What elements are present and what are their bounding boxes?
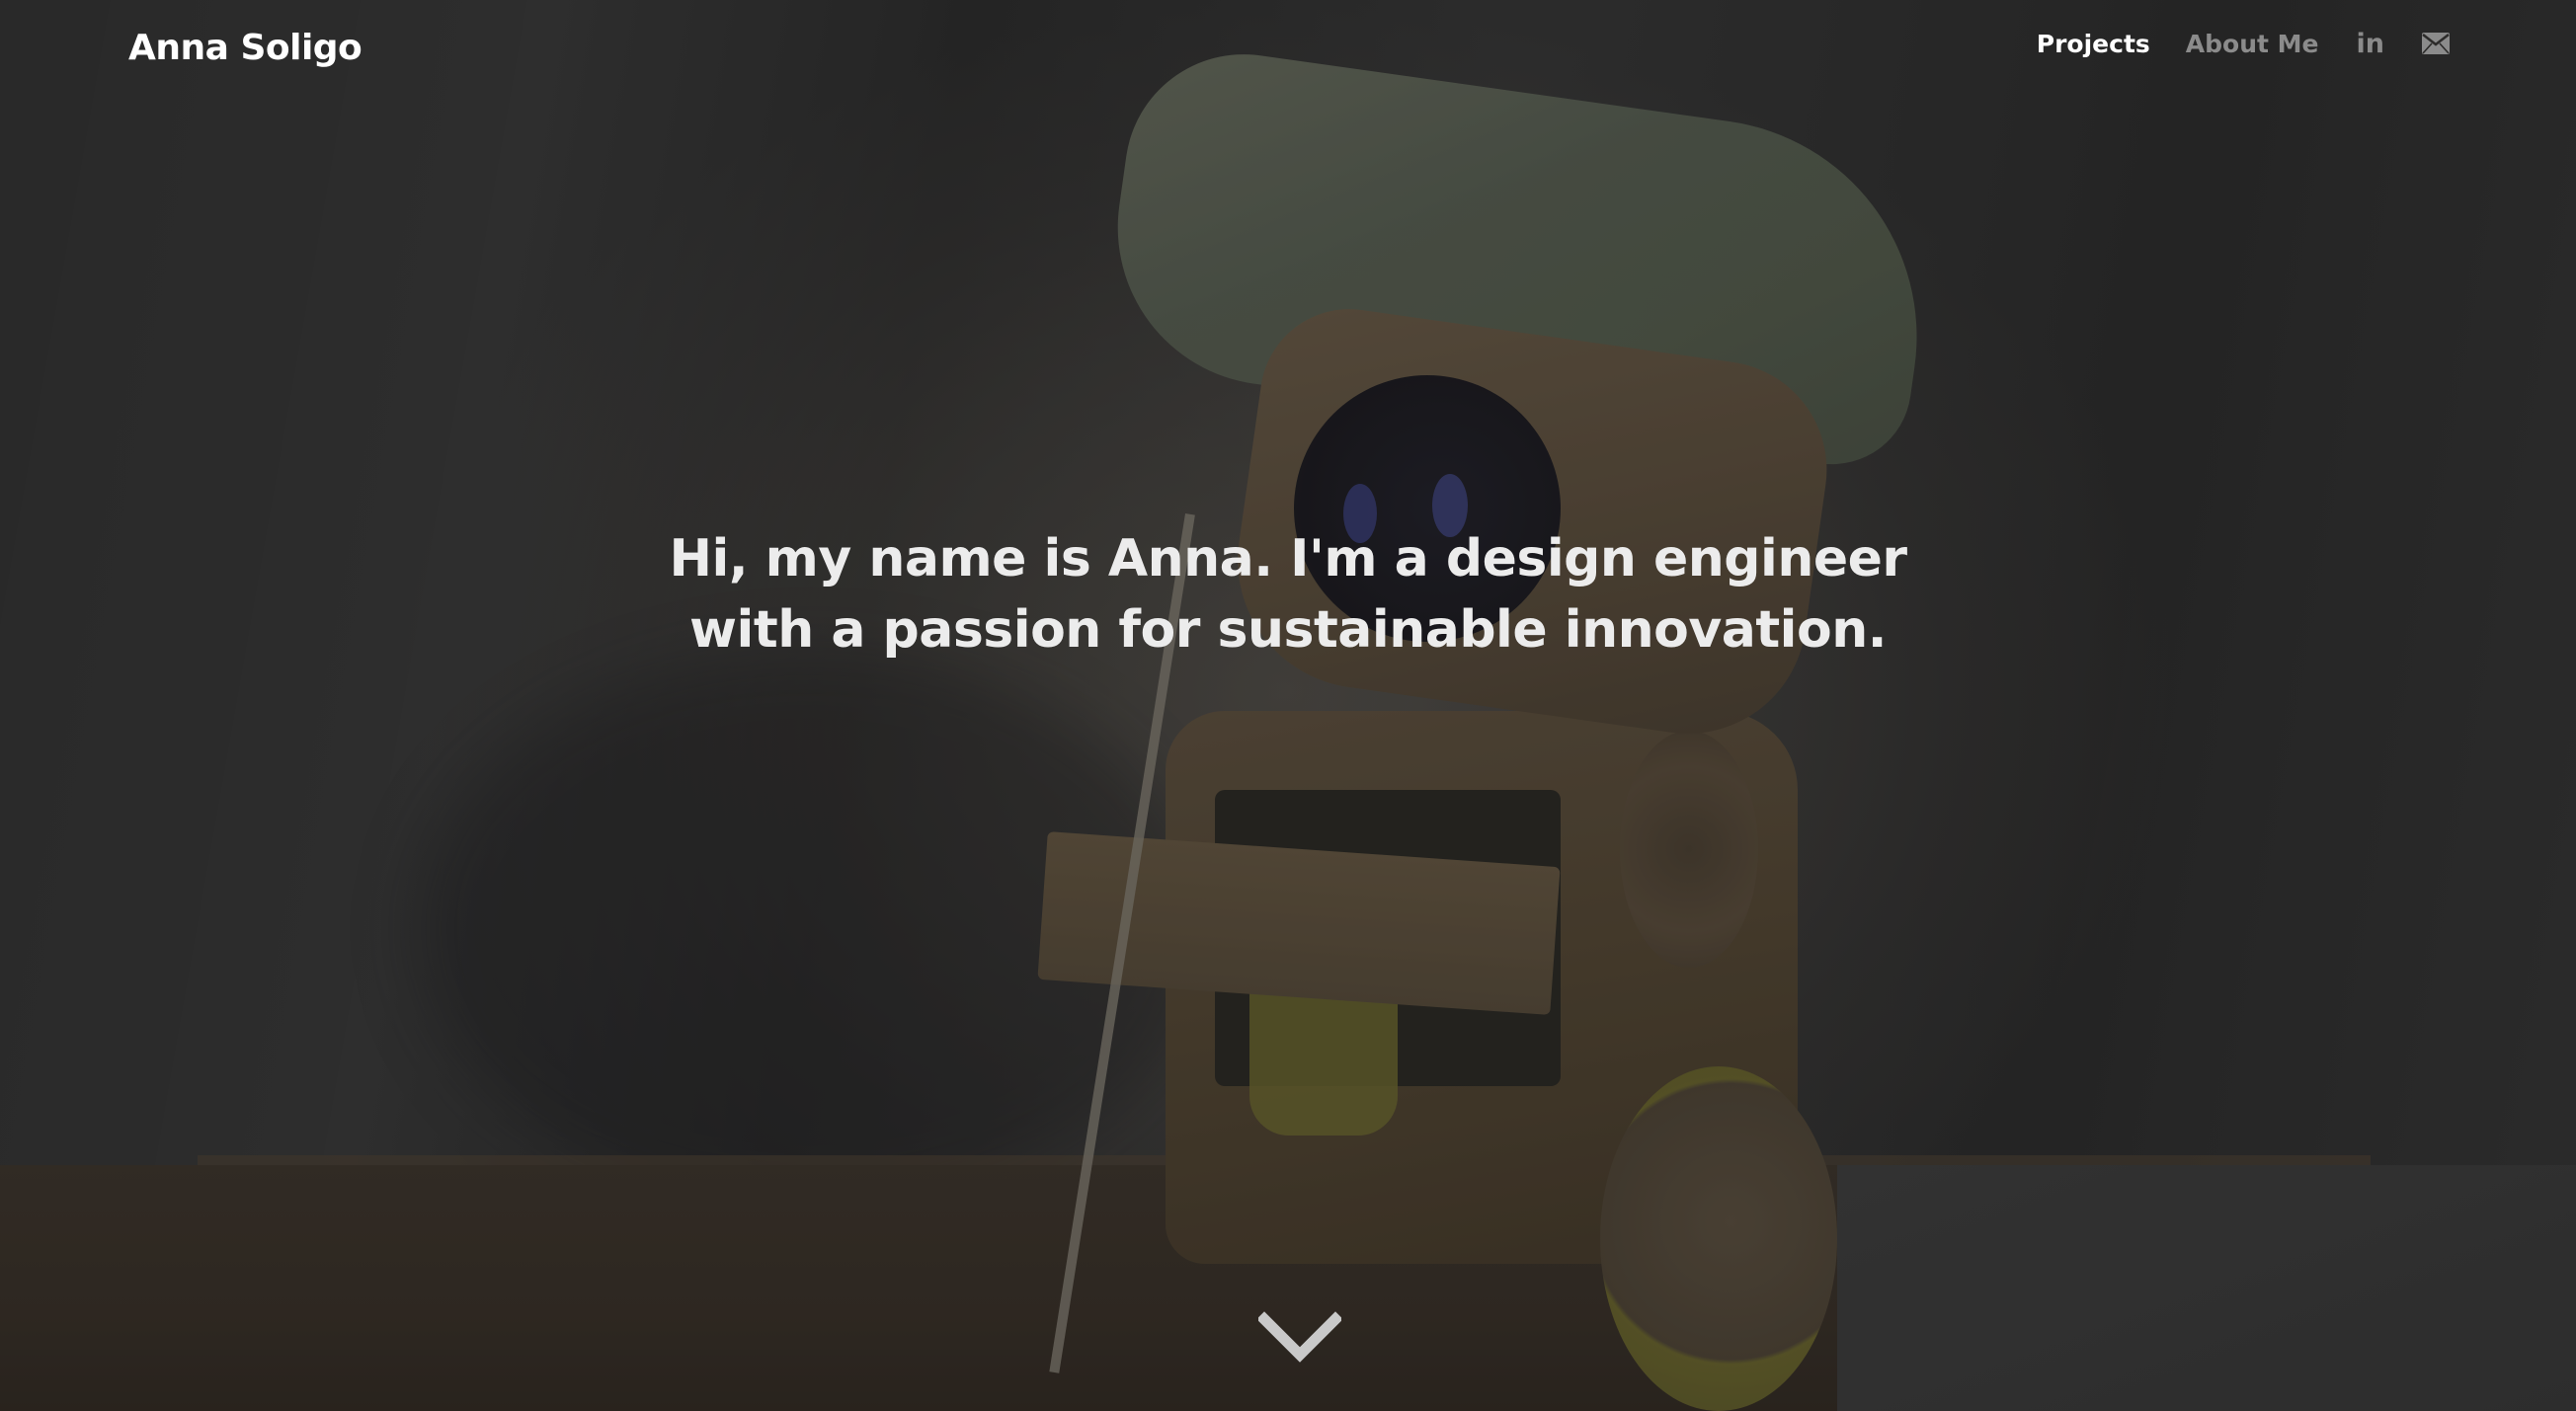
chevron-down-icon [1258,1311,1341,1363]
hero-headline-line-2: with a passion for sustainable innovatio… [689,600,1888,660]
linkedin-icon[interactable]: in [2357,29,2384,59]
hero-headline: Hi, my name is Anna. I'm a design engine… [0,523,2576,666]
main-nav: Projects About Me in [2001,26,2450,61]
nav-projects[interactable]: Projects [2037,30,2150,58]
dark-overlay [0,0,2576,1411]
scroll-down-button[interactable] [1258,1311,1341,1365]
site-brand[interactable]: Anna Soligo [128,28,362,68]
hero-section: Anna Soligo Projects About Me in Hi, my … [0,0,2576,1411]
nav-about-me[interactable]: About Me [2186,30,2319,58]
hero-headline-line-1: Hi, my name is Anna. I'm a design engine… [669,529,1907,588]
mail-icon[interactable] [2422,33,2450,54]
